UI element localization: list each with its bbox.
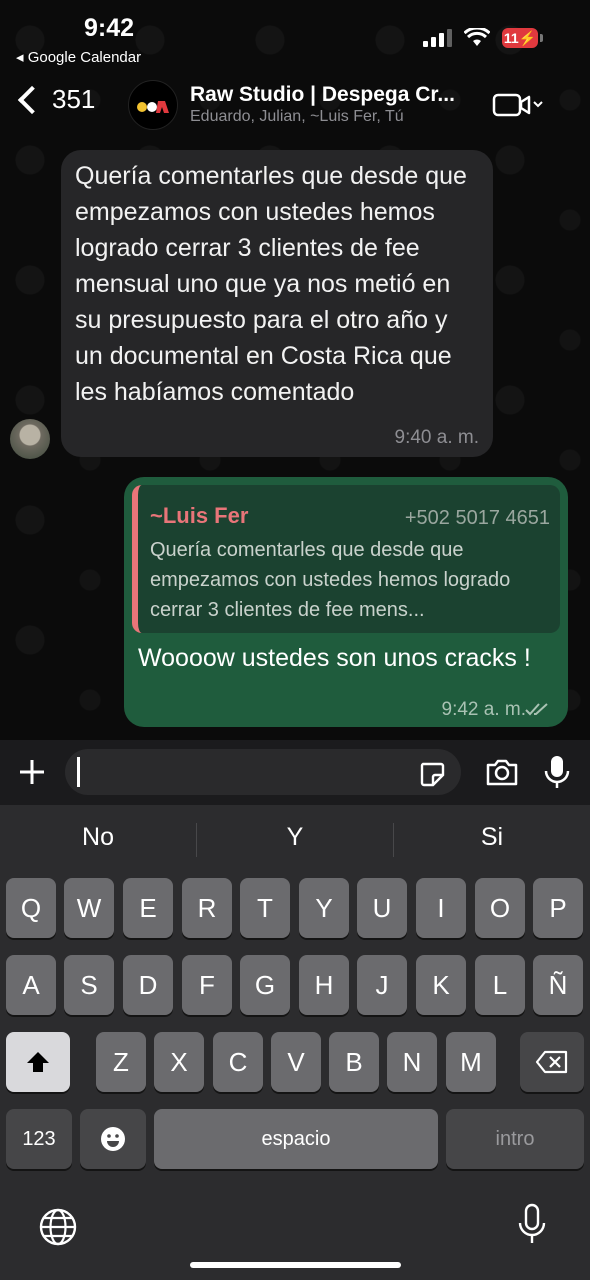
video-call-icon[interactable]: [492, 92, 546, 118]
plus-icon[interactable]: [18, 758, 46, 786]
unread-count: 351: [52, 84, 96, 114]
key-f[interactable]: F: [182, 955, 232, 1015]
emoji-key[interactable]: [80, 1109, 146, 1169]
key-p[interactable]: P: [533, 878, 583, 938]
key-a[interactable]: A: [6, 955, 56, 1015]
prediction-3[interactable]: Si: [394, 823, 590, 852]
shift-icon: [27, 1052, 49, 1072]
quoted-text: Quería comentarles que desde que empezam…: [150, 539, 511, 621]
chevron-left-icon: [17, 85, 47, 114]
quoted-message[interactable]: ~Luis Fer +502 5017 4651 Quería comentar…: [132, 485, 560, 633]
outgoing-message[interactable]: ~Luis Fer +502 5017 4651 Quería comentar…: [124, 477, 568, 727]
wifi-icon: [464, 28, 490, 46]
key-h[interactable]: H: [299, 955, 349, 1015]
back-to-app-link[interactable]: ◂ Google Calendar: [16, 48, 141, 66]
microphone-icon[interactable]: [544, 754, 570, 790]
key-n-tilde[interactable]: Ñ: [533, 955, 583, 1015]
chat-participants[interactable]: Eduardo, Julian, ~Luis Fer, Tú: [190, 108, 404, 126]
key-w[interactable]: W: [64, 878, 114, 938]
battery-level: 11: [503, 30, 519, 46]
camera-icon[interactable]: [485, 757, 519, 787]
key-y[interactable]: Y: [299, 878, 349, 938]
key-t[interactable]: T: [240, 878, 290, 938]
key-v[interactable]: V: [271, 1032, 321, 1092]
dictation-mic-icon[interactable]: [518, 1203, 546, 1245]
text-caret: [77, 757, 80, 787]
key-b[interactable]: B: [329, 1032, 379, 1092]
key-c[interactable]: C: [213, 1032, 263, 1092]
message-text: Quería comentarles que desde que empezam…: [75, 162, 467, 406]
key-s[interactable]: S: [64, 955, 114, 1015]
key-d[interactable]: D: [123, 955, 173, 1015]
key-x[interactable]: X: [154, 1032, 204, 1092]
key-k[interactable]: K: [416, 955, 466, 1015]
svg-text:RS: RS: [135, 95, 137, 96]
space-key[interactable]: espacio: [154, 1109, 438, 1169]
raw-studio-logo: RS: [135, 95, 169, 113]
backspace-key[interactable]: [520, 1032, 584, 1092]
globe-icon[interactable]: [38, 1207, 78, 1247]
status-bar: 9:42 ◂ Google Calendar 11 ⚡: [0, 0, 590, 70]
chat-title[interactable]: Raw Studio | Despega Cr...: [190, 83, 455, 107]
read-receipt-icon: [525, 703, 548, 716]
key-l[interactable]: L: [475, 955, 525, 1015]
emoji-icon: [101, 1127, 125, 1151]
prediction-1[interactable]: No: [0, 823, 196, 852]
chat-header: 351 RS Raw Studio | Despega Cr... Eduard…: [0, 70, 590, 138]
return-key[interactable]: intro: [446, 1109, 584, 1169]
status-time: 9:42: [84, 14, 135, 42]
key-u[interactable]: U: [357, 878, 407, 938]
key-n[interactable]: N: [387, 1032, 437, 1092]
key-z[interactable]: Z: [96, 1032, 146, 1092]
prediction-2[interactable]: Y: [197, 823, 393, 852]
sender-avatar[interactable]: [10, 419, 50, 459]
battery-icon: 11 ⚡: [502, 28, 543, 48]
sticker-icon[interactable]: [419, 761, 445, 787]
key-o[interactable]: O: [475, 878, 525, 938]
message-input[interactable]: [65, 749, 461, 795]
message-time: 9:40 a. m.: [394, 427, 480, 448]
predictive-bar: No Y Si: [0, 805, 590, 870]
key-e[interactable]: E: [123, 878, 173, 938]
status-icons: 11 ⚡: [423, 28, 543, 48]
cellular-signal-icon: [423, 29, 452, 47]
key-i[interactable]: I: [416, 878, 466, 938]
quoted-phone: +502 5017 4651: [404, 507, 550, 529]
battery-charging-icon: ⚡: [518, 29, 537, 46]
message-text: Woooow ustedes son unos cracks !: [138, 644, 531, 672]
key-q[interactable]: Q: [6, 878, 56, 938]
numbers-key[interactable]: 123: [6, 1109, 72, 1169]
key-j[interactable]: J: [357, 955, 407, 1015]
shift-key[interactable]: [6, 1032, 70, 1092]
group-avatar[interactable]: RS: [128, 80, 178, 130]
backspace-icon: [535, 1050, 568, 1074]
back-button[interactable]: 351: [14, 84, 95, 115]
key-m[interactable]: M: [446, 1032, 496, 1092]
message-time: 9:42 a. m.: [441, 699, 527, 720]
incoming-message[interactable]: Quería comentarles que desde que empezam…: [61, 150, 493, 457]
key-g[interactable]: G: [240, 955, 290, 1015]
key-r[interactable]: R: [182, 878, 232, 938]
home-indicator[interactable]: [190, 1262, 401, 1268]
keyboard: No Y Si Q W E R T Y U I O P A S D F G H …: [0, 805, 590, 1280]
